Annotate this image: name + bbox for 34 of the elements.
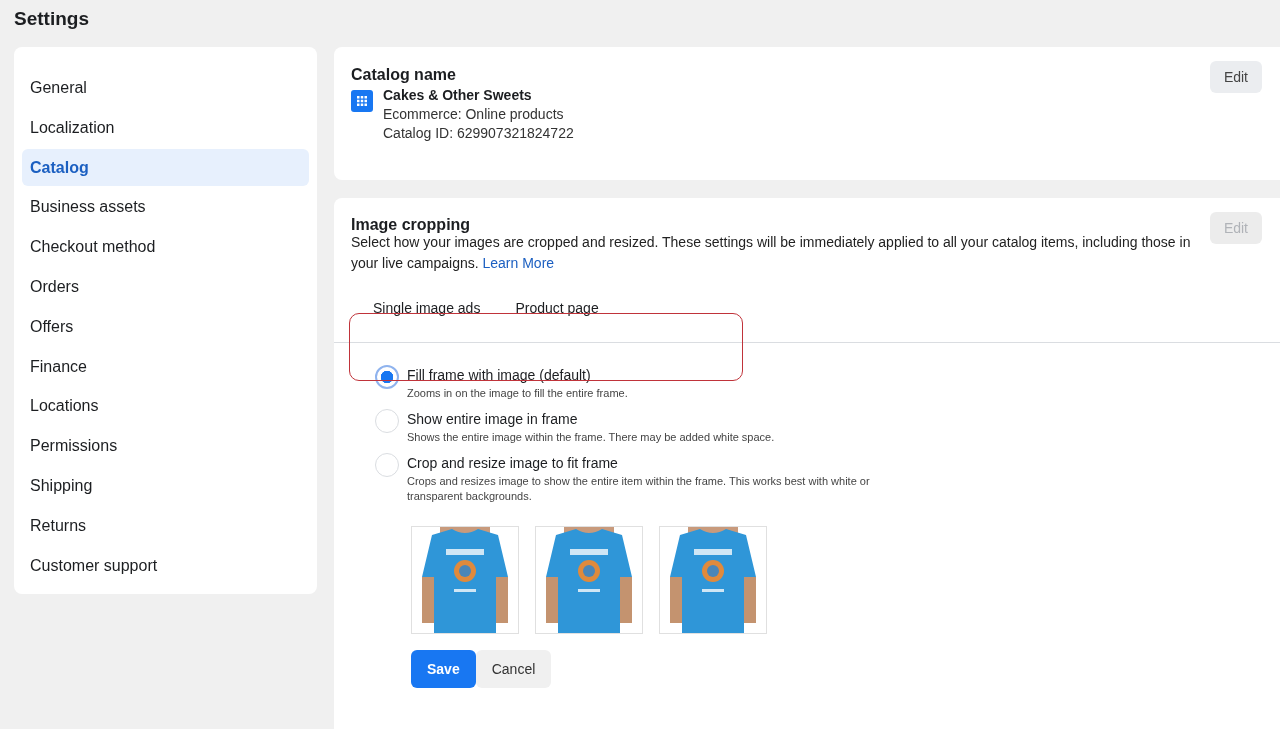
sidebar-item[interactable]: Offers — [22, 307, 309, 346]
edit-button[interactable]: Edit — [1209, 61, 1262, 93]
card-title: Image cropping — [351, 216, 471, 234]
sidebar-item[interactable]: Orders — [22, 268, 309, 306]
catalog-id: Catalog ID: 629907321824722 — [383, 125, 574, 141]
sidebar-item[interactable]: Shipping — [22, 466, 309, 505]
sidebar-item[interactable]: Permissions — [22, 427, 309, 465]
radio-button[interactable] — [375, 365, 399, 389]
tab[interactable]: Product page — [515, 300, 599, 328]
option-hint: Crops and resizes image to show the entire item within the frame. This works best with white or transparent backgrounds. — [407, 474, 871, 504]
card-title: Catalog name — [351, 66, 456, 84]
tab[interactable]: Single image ads — [373, 300, 481, 328]
option-hint: Zooms in on the image to fill the entire frame. — [407, 386, 629, 401]
learn-more-link[interactable]: Learn More — [482, 255, 555, 271]
page-title: Settings — [13, 7, 90, 31]
cancel-button[interactable]: Cancel — [475, 650, 552, 688]
option-label: Crop and resize image to fit frame — [407, 455, 619, 471]
sidebar-item[interactable]: Returns — [22, 506, 309, 545]
sidebar-item[interactable]: General — [22, 69, 309, 107]
option-label: Show entire image in frame — [407, 411, 579, 427]
sidebar-item[interactable]: Customer support — [22, 546, 309, 585]
sidebar-item[interactable]: Finance — [22, 347, 309, 386]
sidebar-item[interactable]: Localization — [22, 108, 309, 147]
sidebar-item[interactable]: Locations — [22, 387, 309, 426]
grid-icon — [351, 90, 373, 112]
sidebar-item[interactable]: Business assets — [22, 188, 309, 227]
save-button[interactable]: Save — [411, 650, 476, 688]
sidebar-item[interactable]: Catalog — [22, 148, 309, 187]
option-label: Fill frame with image (default) — [407, 367, 592, 383]
catalog-name: Cakes & Other Sweets — [383, 87, 533, 103]
description-text: Select how your images are cropped and resized. These settings will be immediately applied to all your catalog items, including those in your live campaigns. Learn More — [351, 233, 1191, 273]
sidebar-item[interactable]: Checkout method — [22, 228, 309, 266]
option-hint: Shows the entire image within the frame. There may be added white space. — [407, 430, 776, 445]
catalog-type: Ecommerce: Online products — [383, 106, 565, 122]
